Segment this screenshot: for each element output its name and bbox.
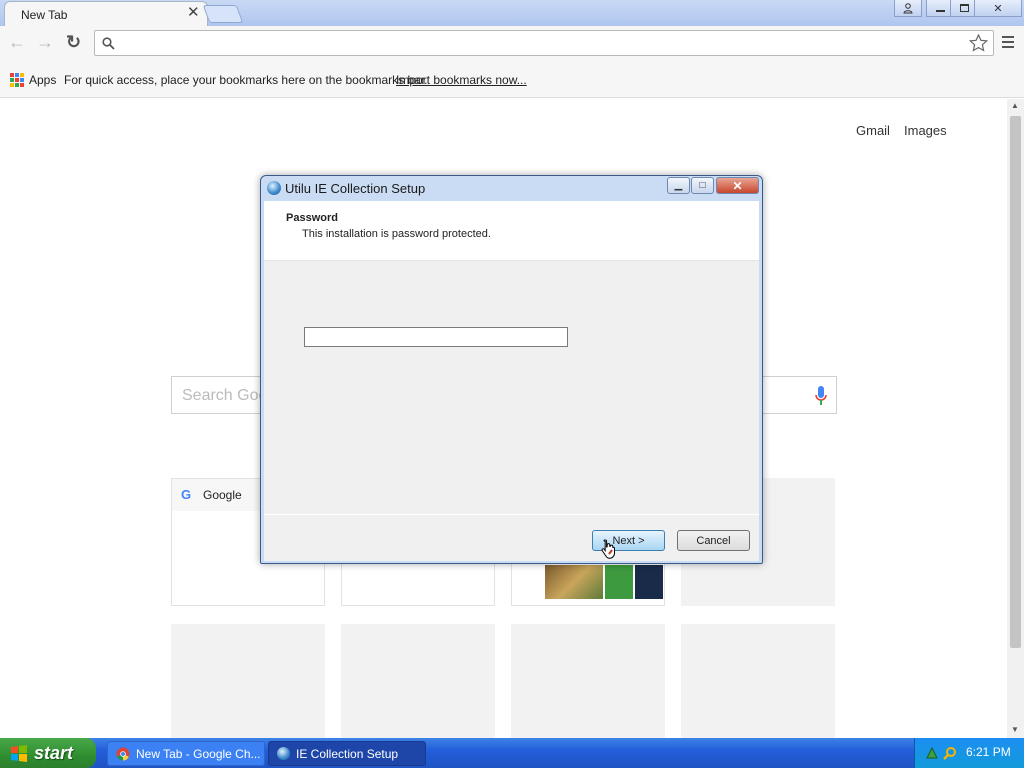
search-tray-icon[interactable] (943, 746, 957, 760)
import-bookmarks-link[interactable]: Import bookmarks now... (396, 73, 527, 87)
google-favicon-icon: G (181, 487, 192, 502)
taskbar-item-setup[interactable]: IE Collection Setup (268, 741, 426, 766)
windows-logo-icon (11, 745, 27, 762)
setup-globe-icon (277, 747, 290, 760)
bookmark-star-icon[interactable] (969, 34, 988, 52)
dialog-title: Utilu IE Collection Setup (285, 181, 426, 196)
tab-new-tab[interactable]: New Tab ✕ (4, 1, 208, 27)
taskbar-item-label: New Tab - Google Ch... (136, 746, 261, 761)
chrome-menu-button[interactable] (1002, 36, 1014, 48)
taskbar-item-label: IE Collection Setup (296, 746, 399, 761)
apps-link[interactable]: Apps (29, 73, 56, 87)
taskbar-item-chrome[interactable]: New Tab - Google Ch... (107, 741, 265, 766)
gmail-link[interactable]: Gmail (856, 123, 890, 138)
close-icon: ✕ (732, 178, 743, 193)
dialog-subheading: This installation is password protected. (302, 228, 491, 240)
most-visited-tile-empty (171, 624, 325, 738)
dialog-minimize-button[interactable]: ▁ (667, 177, 690, 194)
minimize-icon: ▁ (674, 180, 683, 191)
dialog-heading: Password (286, 212, 338, 224)
tile-thumbnail (605, 565, 633, 599)
dialog-separator (264, 514, 759, 515)
tile-thumbnail (635, 565, 663, 599)
scrollbar-thumb[interactable] (1010, 116, 1021, 648)
search-icon (102, 37, 115, 50)
start-button[interactable]: start (0, 738, 96, 768)
scroll-up-icon[interactable]: ▲ (1011, 101, 1019, 110)
dialog-maximize-button[interactable]: □ (691, 177, 714, 194)
scroll-down-icon[interactable]: ▼ (1011, 725, 1019, 734)
tab-title: New Tab (21, 8, 68, 22)
minimize-icon (935, 10, 945, 12)
tab-close-icon[interactable]: ✕ (187, 5, 200, 21)
start-label: start (34, 742, 74, 763)
chrome-icon (116, 747, 130, 760)
hand-cursor-icon (601, 539, 615, 559)
dialog-close-button[interactable]: ✕ (716, 177, 759, 194)
setup-dialog: Utilu IE Collection Setup ▁ □ ✕ Password… (260, 175, 763, 564)
close-window-button[interactable]: ✕ (974, 0, 1022, 17)
menu-icon (1002, 36, 1014, 48)
most-visited-tile-empty (341, 624, 495, 738)
maximize-icon: □ (699, 180, 706, 191)
back-arrow-icon[interactable]: ← (8, 32, 26, 52)
close-icon: ✕ (993, 2, 1003, 15)
network-icon[interactable] (925, 746, 939, 760)
reload-icon[interactable]: ↻ (66, 32, 81, 52)
tile-label: Google (203, 488, 242, 502)
images-link[interactable]: Images (904, 123, 947, 138)
password-field[interactable] (304, 327, 568, 347)
microphone-icon[interactable] (814, 385, 828, 407)
restore-icon (959, 4, 969, 12)
most-visited-tile-empty (511, 624, 665, 738)
taskbar-clock: 6:21 PM (966, 745, 1011, 759)
address-bar[interactable] (94, 30, 994, 56)
setup-globe-icon (267, 181, 281, 195)
user-icon (903, 2, 913, 13)
user-profile-button[interactable] (894, 0, 922, 17)
dialog-header-panel: Password This installation is password p… (264, 201, 759, 261)
apps-grid-icon[interactable] (10, 73, 24, 87)
tile-thumbnail (545, 565, 603, 599)
most-visited-tile-empty (681, 624, 835, 738)
search-placeholder: Search Goo (182, 387, 268, 404)
new-tab-button[interactable] (202, 5, 244, 23)
forward-arrow-icon[interactable]: → (36, 32, 54, 52)
bookmarks-hint-text: For quick access, place your bookmarks h… (64, 73, 428, 87)
cancel-button[interactable]: Cancel (677, 530, 750, 551)
dialog-body: Password This installation is password p… (264, 201, 759, 561)
